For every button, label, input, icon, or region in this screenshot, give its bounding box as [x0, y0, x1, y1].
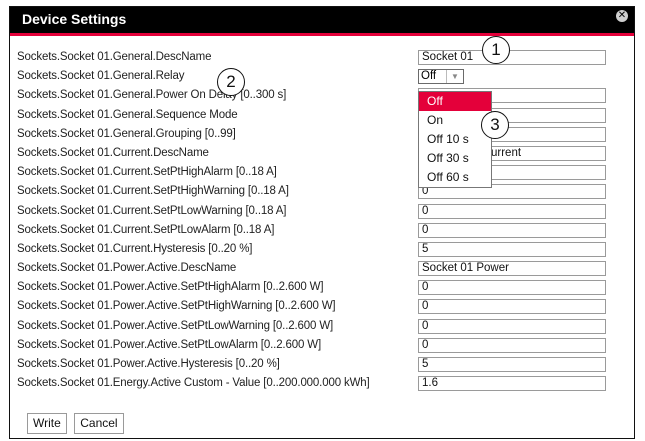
setting-row: Sockets.Socket 01.Power.Active.SetPtLowW… [17, 318, 617, 337]
setting-label: Sockets.Socket 01.Energy.Active Custom -… [17, 377, 370, 390]
setting-row: Sockets.Socket 01.Current.DescName urrent [17, 145, 617, 164]
callout-marker-1: 1 [482, 36, 510, 64]
relay-select-value: Off [421, 70, 437, 83]
setting-input[interactable]: 0 [418, 299, 606, 315]
callout-marker-3: 3 [481, 111, 509, 139]
setting-input[interactable]: 1.6 [418, 376, 606, 392]
setting-row: Sockets.Socket 01.Power.Active.SetPtHigh… [17, 279, 617, 298]
setting-label: Sockets.Socket 01.Current.SetPtLowAlarm … [17, 223, 275, 236]
close-icon[interactable]: ✕ [616, 10, 628, 22]
setting-label: Sockets.Socket 01.General.Sequence Mode [17, 108, 238, 121]
setting-label: Sockets.Socket 01.General.Grouping [0..9… [17, 127, 236, 140]
relay-dropdown-list: Off On Off 10 s Off 30 s Off 60 s [418, 91, 492, 188]
cancel-button[interactable]: Cancel [74, 413, 124, 434]
setting-row: Sockets.Socket 01.General.DescName Socket… [17, 49, 617, 68]
relay-option-off[interactable]: Off [419, 92, 491, 111]
setting-input[interactable]: Socket 01 Power [418, 261, 606, 277]
setting-row: Sockets.Socket 01.Power.Active.DescName S… [17, 260, 617, 279]
relay-option-off-60s[interactable]: Off 60 s [419, 168, 491, 187]
setting-row: Sockets.Socket 01.Energy.Active Custom -… [17, 375, 617, 394]
setting-row: Sockets.Socket 01.Current.SetPtLowAlarm … [17, 222, 617, 241]
setting-input[interactable]: 5 [418, 241, 606, 257]
setting-row: Sockets.Socket 01.Power.Active.SetPtLowA… [17, 337, 617, 356]
setting-row: Sockets.Socket 01.Power.Active.Hysteresi… [17, 356, 617, 375]
setting-row: Sockets.Socket 01.General.Power On Delay… [17, 87, 617, 106]
button-bar: Write Cancel [27, 413, 127, 434]
relay-select[interactable]: Off ▼ [418, 69, 464, 85]
setting-label: Sockets.Socket 01.General.DescName [17, 51, 212, 63]
setting-row: Sockets.Socket 01.Current.SetPtHighWarni… [17, 183, 617, 202]
setting-label: Sockets.Socket 01.Power.Active.SetPtLowW… [17, 319, 334, 332]
setting-row: Sockets.Socket 01.Current.SetPtHighAlarm… [17, 164, 617, 183]
setting-label: Sockets.Socket 01.Current.SetPtHighAlarm… [17, 166, 277, 179]
setting-label: Sockets.Socket 01.Current.SetPtLowWarnin… [17, 204, 287, 217]
setting-row: Sockets.Socket 01.Current.Hysteresis [0.… [17, 241, 617, 260]
setting-label: Sockets.Socket 01.Power.Active.DescName [17, 262, 237, 275]
setting-label: Sockets.Socket 01.Power.Active.SetPtHigh… [17, 281, 324, 294]
setting-label: Sockets.Socket 01.Current.DescName [17, 146, 209, 159]
relay-option-off-30s[interactable]: Off 30 s [419, 149, 491, 168]
setting-input[interactable]: 0 [418, 318, 606, 334]
setting-label: Sockets.Socket 01.Power.Active.SetPtLowA… [17, 338, 322, 351]
relay-option-off-10s[interactable]: Off 10 s [419, 130, 491, 149]
dialog-title: Device Settings [22, 11, 127, 27]
setting-row: Sockets.Socket 01.General.Sequence Mode [17, 107, 617, 126]
setting-row: Sockets.Socket 01.Current.SetPtLowWarnin… [17, 203, 617, 222]
write-button[interactable]: Write [27, 413, 67, 434]
setting-input[interactable]: 0 [418, 280, 606, 296]
setting-label: Sockets.Socket 01.General.Relay [17, 70, 185, 83]
setting-row: Sockets.Socket 01.Power.Active.SetPtHigh… [17, 298, 617, 317]
setting-label: Sockets.Socket 01.Current.Hysteresis [0.… [17, 242, 253, 255]
setting-input[interactable]: 5 [418, 357, 606, 372]
setting-label: Sockets.Socket 01.Power.Active.SetPtHigh… [17, 300, 336, 313]
setting-label: Sockets.Socket 01.Current.SetPtHighWarni… [17, 185, 289, 198]
chevron-down-icon[interactable]: ▼ [446, 70, 463, 84]
setting-input[interactable]: Socket 01 [418, 50, 606, 65]
setting-row: Sockets.Socket 01.General.Relay Off ▼ [17, 68, 617, 87]
settings-list: Sockets.Socket 01.General.DescName Socket… [17, 49, 617, 394]
dialog-titlebar: Device Settings ✕ [10, 7, 634, 36]
setting-label: Sockets.Socket 01.General.Power On Delay… [17, 89, 287, 102]
callout-marker-2: 2 [217, 68, 245, 96]
setting-input[interactable]: 0 [418, 222, 606, 238]
setting-input[interactable]: 0 [418, 203, 606, 219]
setting-label: Sockets.Socket 01.Power.Active.Hysteresi… [17, 358, 280, 370]
setting-input[interactable]: 0 [418, 337, 606, 353]
setting-row: Sockets.Socket 01.General.Grouping [0..9… [17, 126, 617, 145]
